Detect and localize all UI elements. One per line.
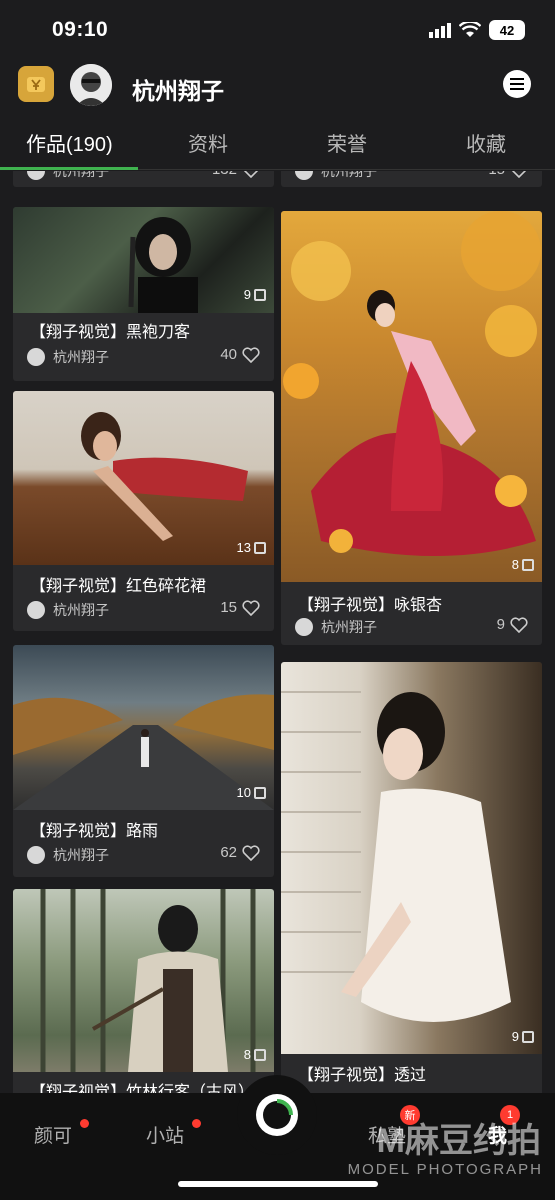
heart-icon: [242, 599, 260, 616]
author-avatar: [27, 601, 45, 619]
photo-count: 9: [244, 287, 266, 302]
tab-profile-info[interactable]: 资料: [188, 128, 228, 157]
heart-icon: [510, 616, 528, 633]
profile-name: 杭州翔子: [132, 78, 224, 104]
card-likes[interactable]: 15: [488, 171, 528, 178]
status-time: 09:10: [52, 18, 109, 41]
photo-count: 8: [244, 1047, 266, 1062]
profile-header: 杭州翔子: [0, 62, 555, 112]
card-title: 【翔子视觉】透过: [298, 1067, 427, 1084]
status-bar: 09:10 42: [0, 0, 555, 62]
work-card[interactable]: 9 【翔子视觉】黑袍刀客 杭州翔子 40: [13, 207, 274, 381]
status-icons: 42: [429, 20, 525, 40]
card-title: 【翔子视觉】竹林行客（古风）: [30, 1084, 255, 1093]
work-thumbnail[interactable]: [13, 645, 274, 810]
work-card[interactable]: 10 【翔子视觉】路雨 杭州翔子 62: [13, 645, 274, 877]
photo-stack-icon: [254, 541, 266, 554]
card-author: 杭州翔子: [27, 171, 109, 181]
photo-stack-icon: [254, 786, 266, 799]
signal-icon: [429, 23, 451, 38]
card-author: 杭州翔子: [27, 347, 109, 367]
author-avatar: [27, 846, 45, 864]
card-author: 杭州翔子: [295, 617, 377, 637]
work-thumbnail[interactable]: [13, 391, 274, 565]
card-title: 【翔子视觉】红色碎花裙: [30, 578, 207, 595]
photo-stack-icon: [254, 288, 266, 301]
photo-stack-icon: [254, 1048, 266, 1061]
battery-indicator: 42: [489, 20, 525, 40]
heart-icon: [244, 171, 258, 178]
menu-icon: [510, 78, 524, 80]
profile-tabs: 作品(190) 资料 荣誉 收藏: [0, 120, 555, 170]
photo-stack-icon: [522, 1030, 534, 1043]
photo-count: 8: [512, 557, 534, 572]
card-likes[interactable]: 40: [220, 346, 260, 363]
wallet-icon[interactable]: [18, 66, 54, 102]
work-card[interactable]: 13 【翔子视觉】红色碎花裙 杭州翔子 15: [13, 391, 274, 631]
work-card[interactable]: 9 【翔子视觉】透过: [281, 662, 542, 1093]
heart-icon: [242, 844, 260, 861]
photo-stack-icon: [522, 558, 534, 571]
watermark-subtitle: MODEL PHOTOGRAPH: [347, 1161, 543, 1178]
work-thumbnail[interactable]: [13, 207, 274, 313]
nav-station-dot: [192, 1119, 201, 1128]
tab-honors[interactable]: 荣誉: [327, 128, 367, 157]
card-title: 【翔子视觉】咏银杏: [298, 597, 443, 614]
card-likes[interactable]: 132: [212, 171, 260, 178]
author-avatar: [295, 618, 313, 636]
home-indicator: [178, 1181, 378, 1187]
heart-icon: [242, 346, 260, 363]
photo-count: 10: [237, 785, 266, 800]
camera-button[interactable]: [237, 1075, 317, 1155]
wifi-icon: [459, 22, 481, 37]
nav-discover-dot: [80, 1119, 89, 1128]
card-likes[interactable]: 15: [220, 599, 260, 616]
card-likes[interactable]: 62: [220, 844, 260, 861]
watermark-logo: M麻豆约拍: [376, 1122, 541, 1160]
card-author: 杭州翔子: [27, 600, 109, 620]
author-avatar: [295, 171, 313, 180]
work-card-partial-left[interactable]: 杭州翔子 132: [13, 171, 274, 187]
card-author: 杭州翔子: [27, 845, 109, 865]
heart-icon: [512, 171, 526, 178]
work-card[interactable]: 8 【翔子视觉】咏银杏 杭州翔子 9: [281, 211, 542, 645]
work-thumbnail[interactable]: [281, 662, 542, 1054]
card-title: 【翔子视觉】黑袍刀客: [30, 324, 191, 341]
card-title: 【翔子视觉】路雨: [30, 823, 159, 840]
active-tab-indicator: [0, 167, 138, 170]
author-avatar: [27, 171, 45, 180]
photo-count: 9: [512, 1029, 534, 1044]
avatar[interactable]: [70, 64, 112, 106]
tab-favorites[interactable]: 收藏: [466, 128, 506, 157]
photo-count: 13: [237, 540, 266, 555]
work-thumbnail[interactable]: [13, 889, 274, 1072]
works-feed[interactable]: 杭州翔子 132 杭州翔子 15 9 【翔子视觉】黑袍刀客 杭州翔子 40: [0, 171, 555, 1093]
nav-item-station[interactable]: 小站: [146, 1121, 184, 1148]
camera-shutter-icon: [256, 1094, 298, 1136]
tab-works[interactable]: 作品(190): [26, 128, 113, 157]
menu-button[interactable]: [503, 70, 531, 98]
work-card[interactable]: 8 【翔子视觉】竹林行客（古风）: [13, 889, 274, 1093]
card-likes[interactable]: 9: [497, 616, 528, 633]
author-avatar: [27, 348, 45, 366]
card-author: 杭州翔子: [295, 171, 377, 181]
work-card-partial-right[interactable]: 杭州翔子 15: [281, 171, 542, 187]
bottom-nav: 颜可 小站 私塾 新 我 1 M麻豆约拍 MODEL PHOTOGRAPH: [0, 1075, 555, 1200]
nav-item-discover[interactable]: 颜可: [34, 1121, 72, 1148]
work-thumbnail[interactable]: [281, 211, 542, 582]
